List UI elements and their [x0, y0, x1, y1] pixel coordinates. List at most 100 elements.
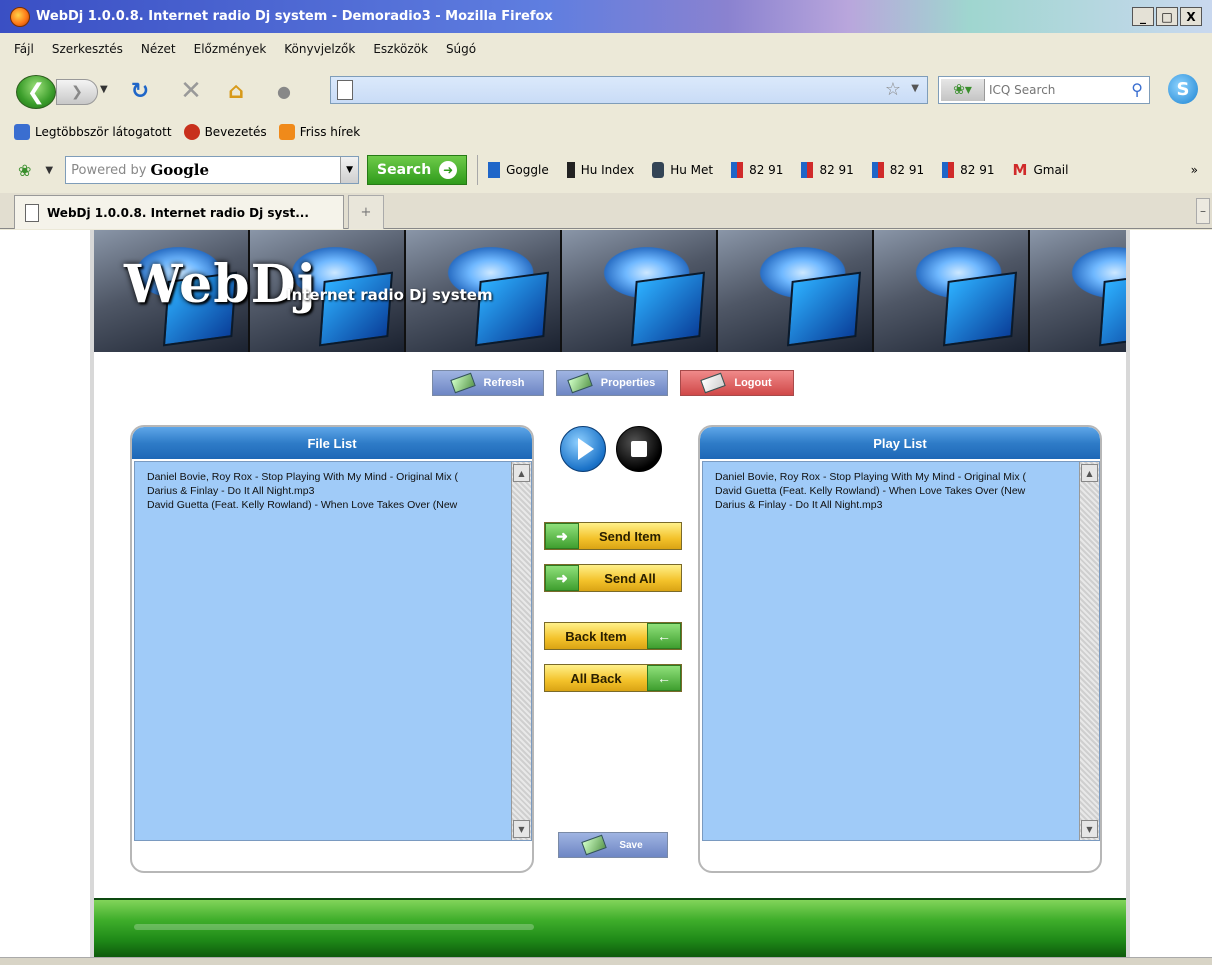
home-icon[interactable]: ⌂: [222, 78, 250, 104]
send-item-button[interactable]: ➜ Send Item: [544, 522, 682, 550]
back-button[interactable]: ❮: [16, 75, 56, 109]
menu-file[interactable]: Fájl: [14, 42, 34, 56]
toolbar-overflow-button[interactable]: »: [1191, 163, 1198, 177]
send-all-button[interactable]: ➜ Send All: [544, 564, 682, 592]
link-label: Goggle: [506, 163, 549, 177]
search-engine-icon[interactable]: ❀▾: [941, 79, 985, 101]
minimize-button[interactable]: _: [1132, 7, 1154, 26]
list-item[interactable]: Darius & Finlay - Do It All Night.mp3: [715, 498, 1075, 512]
list-item[interactable]: Daniel Bovie, Roy Rox - Stop Playing Wit…: [715, 470, 1075, 484]
scroll-down-icon[interactable]: ▼: [513, 820, 530, 838]
status-bar: [0, 957, 1212, 965]
refresh-label: Refresh: [483, 377, 525, 389]
arrow-right-icon: ➜: [545, 523, 579, 549]
bookmark-most-visited[interactable]: Legtöbbször látogatott: [14, 124, 172, 140]
list-item[interactable]: David Guetta (Feat. Kelly Rowland) - Whe…: [715, 484, 1075, 498]
link-icon: [801, 162, 814, 178]
play-list-scrollbar[interactable]: ▲ ▼: [1079, 462, 1099, 840]
play-button[interactable]: [560, 426, 606, 472]
scroll-up-icon[interactable]: ▲: [513, 464, 530, 482]
stop-icon[interactable]: ✕: [177, 76, 205, 106]
refresh-button[interactable]: Refresh: [432, 370, 544, 396]
all-back-button[interactable]: All Back ←: [544, 664, 682, 692]
menu-bookmarks[interactable]: Könyvjelzők: [284, 42, 355, 56]
stop-button[interactable]: [616, 426, 662, 472]
menu-view[interactable]: Nézet: [141, 42, 176, 56]
arrow-left-icon: ←: [647, 623, 681, 649]
search-input[interactable]: [989, 81, 1119, 99]
properties-button[interactable]: Properties: [556, 370, 668, 396]
toolbar-clover-icon[interactable]: ❀: [18, 161, 31, 180]
link-icon: [942, 162, 955, 178]
list-item[interactable]: David Guetta (Feat. Kelly Rowland) - Whe…: [147, 498, 507, 512]
google-logo: Google: [150, 161, 210, 179]
toolbar-link-hu-index[interactable]: Hu Index: [566, 162, 634, 178]
reload-icon[interactable]: ↻: [126, 78, 154, 104]
file-listbox[interactable]: Daniel Bovie, Roy Rox - Stop Playing Wit…: [134, 461, 532, 841]
rss-icon: [278, 124, 295, 140]
footer-bar: [94, 898, 1126, 957]
tab-list-button[interactable]: –: [1196, 198, 1210, 224]
google-search-input[interactable]: Powered by Google ▼: [65, 156, 360, 184]
bookmark-star-icon[interactable]: ☆: [885, 79, 901, 100]
content-viewport: WebDj Internet radio Dj system Refresh P…: [0, 230, 1212, 965]
banner-deck-image: [562, 230, 718, 352]
scroll-up-icon[interactable]: ▲: [1081, 464, 1098, 482]
bookmark-icon: [183, 124, 200, 140]
toolbar-link-8291-c[interactable]: 82 91: [871, 162, 924, 178]
menu-edit[interactable]: Szerkesztés: [52, 42, 123, 56]
list-item[interactable]: Daniel Bovie, Roy Rox - Stop Playing Wit…: [147, 470, 507, 484]
menu-help[interactable]: Súgó: [446, 42, 476, 56]
bookmark-latest-news[interactable]: Friss hírek: [278, 124, 360, 140]
back-item-label: Back Item: [565, 628, 627, 644]
link-label: 82 91: [749, 163, 784, 177]
header-banner: WebDj Internet radio Dj system: [94, 230, 1126, 352]
menu-history[interactable]: Előzmények: [194, 42, 267, 56]
list-item[interactable]: Darius & Finlay - Do It All Night.mp3: [147, 484, 507, 498]
tab-label: WebDj 1.0.0.8. Internet radio Dj syst...: [47, 205, 309, 220]
link-icon: [566, 162, 575, 178]
banner-deck-image: [1030, 230, 1126, 352]
close-button[interactable]: X: [1180, 7, 1202, 26]
tag-icon: [581, 834, 608, 856]
toolbar-dropdown-icon[interactable]: ▼: [45, 165, 53, 176]
toolbar-link-8291-d[interactable]: 82 91: [942, 162, 995, 178]
save-button[interactable]: Save: [558, 832, 668, 858]
google-search-button[interactable]: Search ➜: [367, 155, 468, 185]
toolbar-link-gmail[interactable]: M Gmail: [1013, 161, 1069, 179]
logout-button[interactable]: Logout: [680, 370, 794, 396]
google-placeholder: Powered by: [71, 162, 147, 178]
menu-tools[interactable]: Eszközök: [373, 42, 428, 56]
tab-webdj[interactable]: WebDj 1.0.0.8. Internet radio Dj syst...: [14, 195, 344, 229]
scroll-down-icon[interactable]: ▼: [1081, 820, 1098, 838]
toolbar-link-goggle[interactable]: Goggle: [488, 162, 549, 178]
file-list-scrollbar[interactable]: ▲ ▼: [511, 462, 531, 840]
new-tab-button[interactable]: +: [348, 195, 384, 229]
toolbar-link-hu-met[interactable]: Hu Met: [652, 162, 713, 178]
link-label: Hu Met: [670, 163, 714, 177]
forward-button[interactable]: ❯: [56, 79, 98, 105]
page-icon: [25, 203, 39, 222]
url-dropdown-icon[interactable]: ▼: [911, 83, 919, 94]
history-dropdown-icon[interactable]: ▼: [100, 84, 108, 95]
toolbar-separator: [477, 155, 479, 185]
toolbar-link-8291-a[interactable]: 82 91: [731, 162, 783, 178]
address-bar[interactable]: ☆ ▼: [330, 76, 928, 104]
maximize-button[interactable]: □: [1156, 7, 1178, 26]
back-item-button[interactable]: Back Item ←: [544, 622, 682, 650]
send-all-label: Send All: [604, 570, 656, 586]
skype-icon[interactable]: S: [1168, 74, 1198, 104]
search-box[interactable]: ❀▾ ⚲: [938, 76, 1150, 104]
play-list-items: Daniel Bovie, Roy Rox - Stop Playing Wit…: [715, 470, 1075, 512]
google-input-dropdown-icon[interactable]: ▼: [340, 157, 359, 183]
play-list-panel: Play List Daniel Bovie, Roy Rox - Stop P…: [698, 425, 1102, 873]
window-controls: _ □ X: [1132, 7, 1202, 26]
search-icon[interactable]: ⚲: [1131, 80, 1143, 99]
banner-subtitle: Internet radio Dj system: [286, 286, 493, 304]
bookmark-getting-started[interactable]: Bevezetés: [183, 124, 267, 140]
paw-icon[interactable]: ●: [270, 78, 298, 104]
play-listbox[interactable]: Daniel Bovie, Roy Rox - Stop Playing Wit…: [702, 461, 1100, 841]
toolbar-link-8291-b[interactable]: 82 91: [801, 162, 854, 178]
file-list-panel: File List Daniel Bovie, Roy Rox - Stop P…: [130, 425, 534, 873]
menu-bar: Fájl Szerkesztés Nézet Előzmények Könyvj…: [0, 37, 1212, 61]
